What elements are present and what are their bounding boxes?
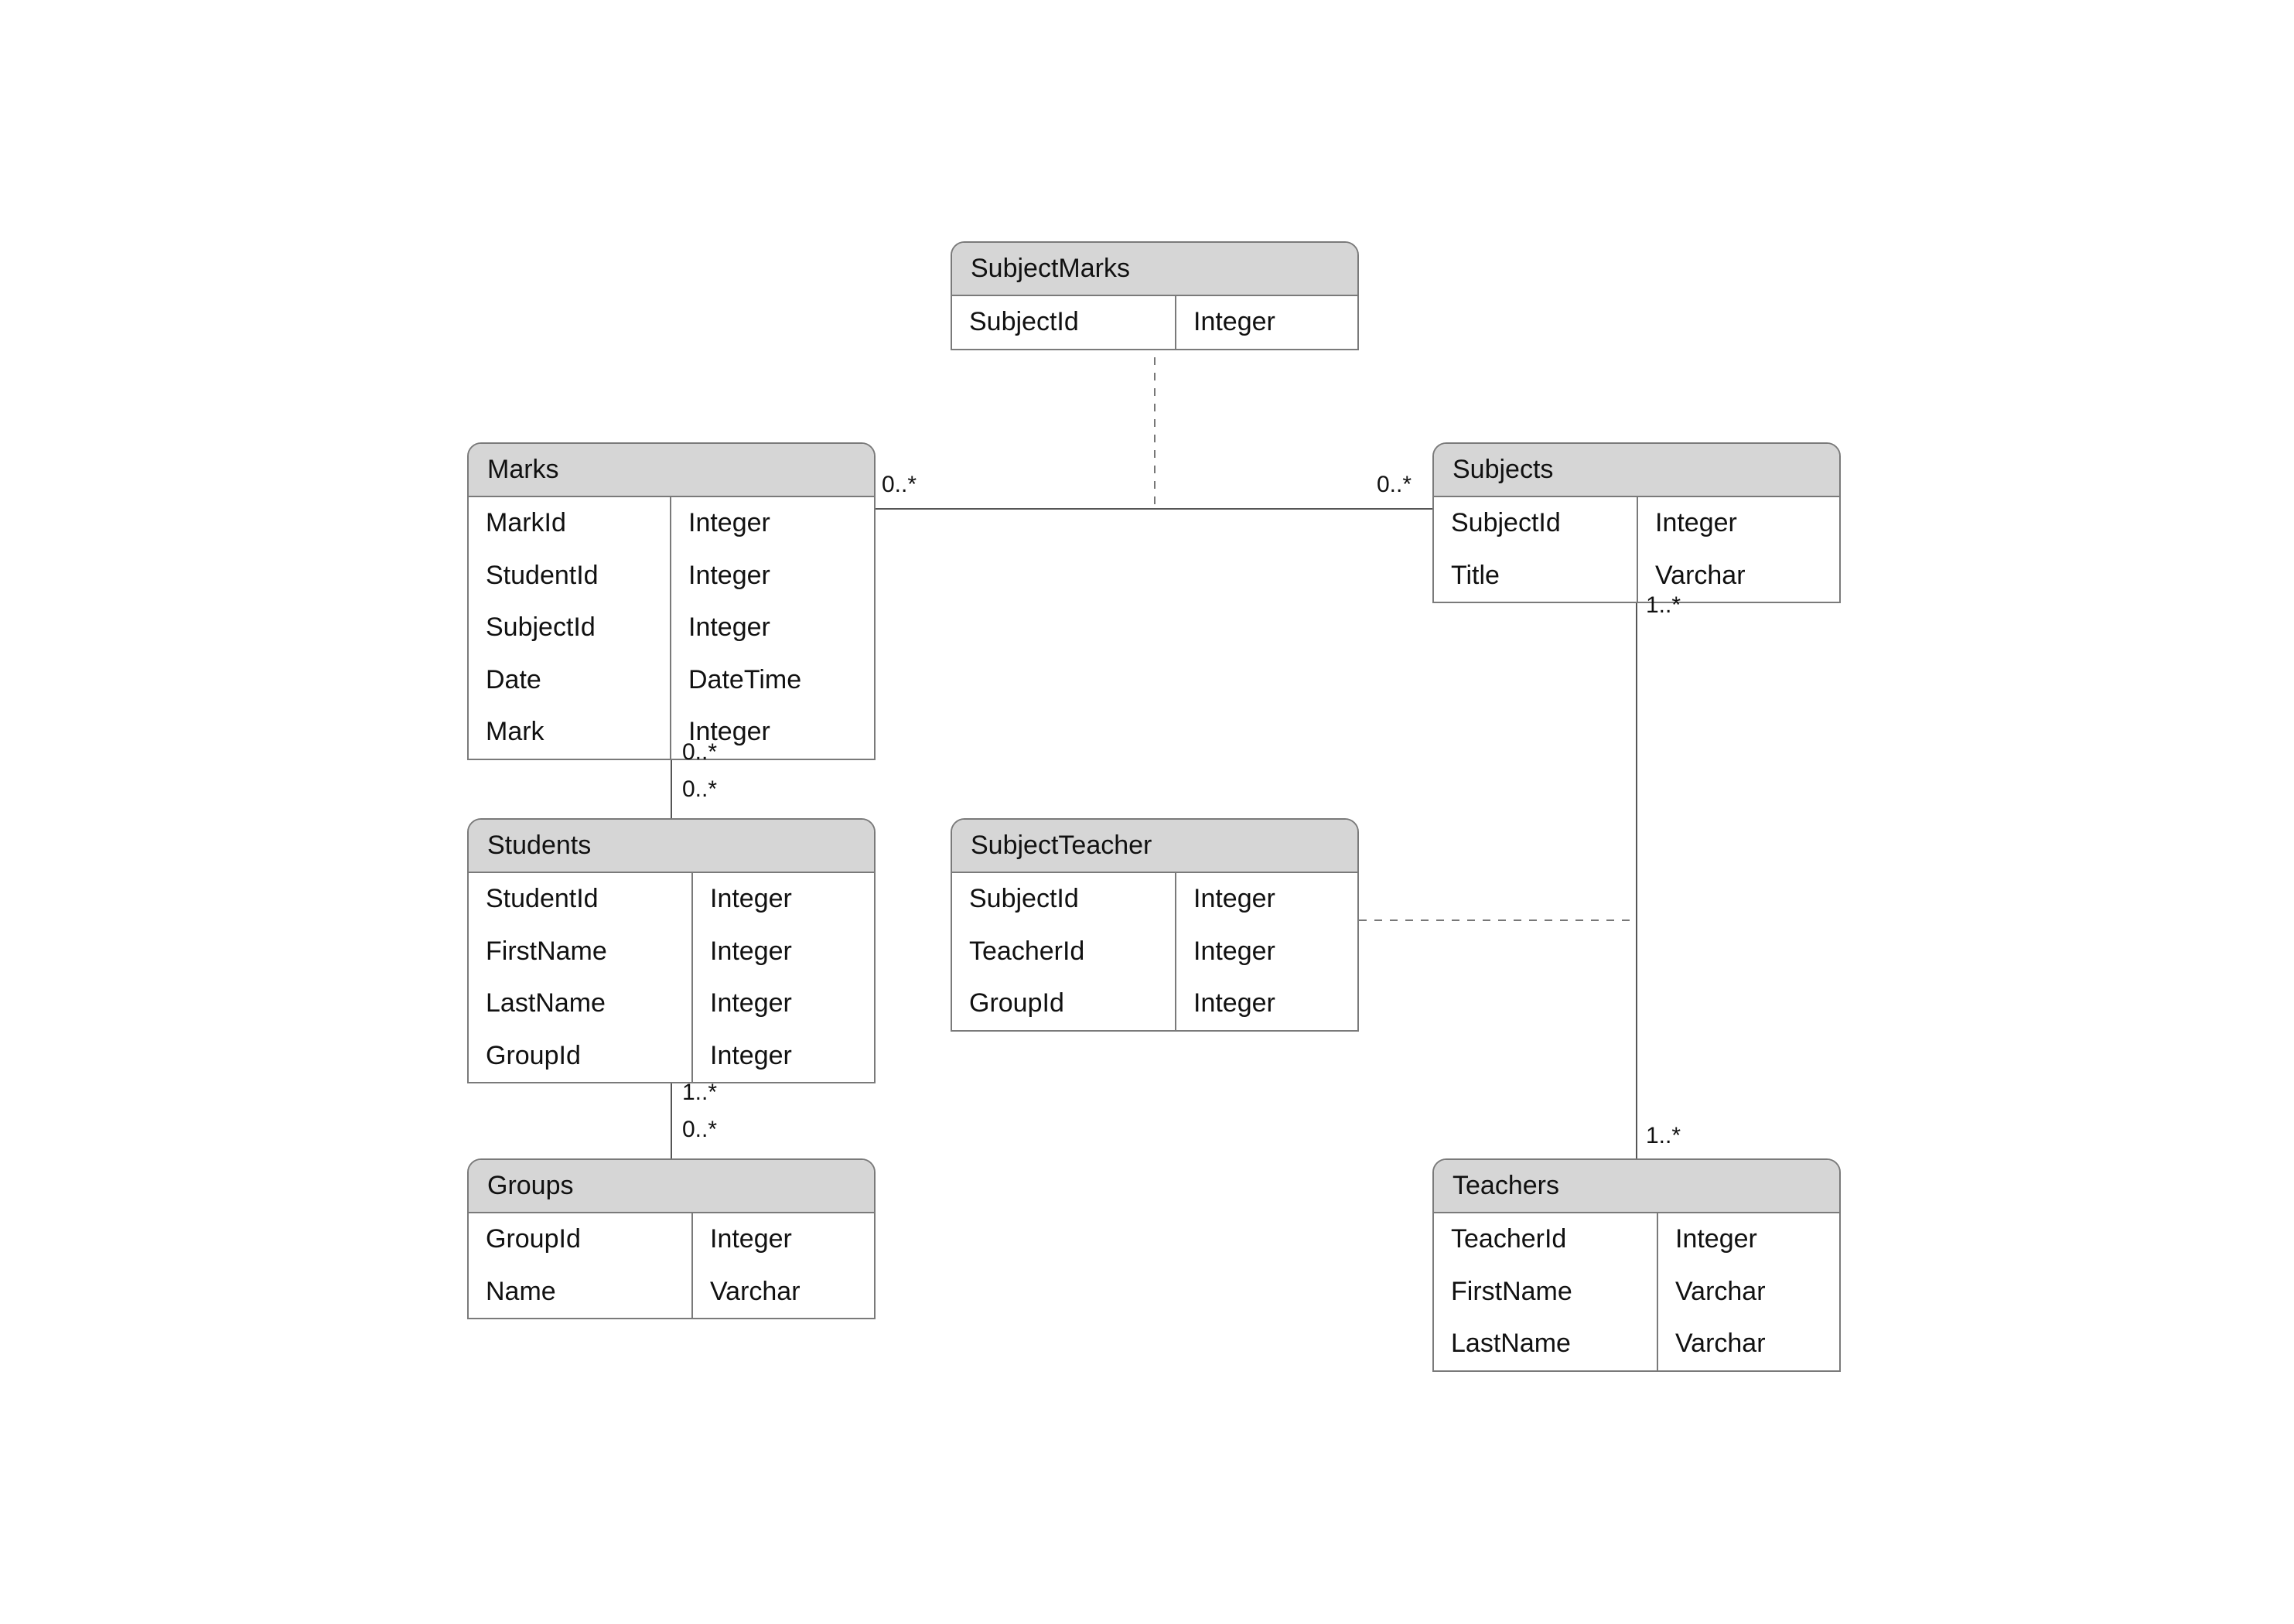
- field-name: Title: [1434, 550, 1638, 602]
- entity-subjectmarks[interactable]: SubjectMarksSubjectIdInteger: [951, 241, 1359, 350]
- mult-groups-top: 0..*: [682, 1117, 717, 1143]
- mult-students-bottom: 1..*: [682, 1080, 717, 1106]
- mult-marks-side: 0..*: [882, 472, 917, 498]
- field-row: GroupIdInteger: [952, 977, 1357, 1030]
- field-row: FirstNameVarchar: [1434, 1266, 1839, 1319]
- field-type: Integer: [671, 550, 874, 602]
- mult-subjects-bottom: 1..*: [1646, 592, 1681, 619]
- field-type: Integer: [671, 602, 874, 654]
- field-name: TeacherId: [1434, 1213, 1658, 1266]
- field-type: Integer: [693, 1213, 874, 1266]
- entity-title: SubjectMarks: [952, 243, 1357, 296]
- field-name: SubjectId: [1434, 497, 1638, 550]
- field-row: TeacherIdInteger: [1434, 1213, 1839, 1266]
- field-row: DateDateTime: [469, 654, 874, 707]
- field-type: Integer: [671, 497, 874, 550]
- entity-fields: SubjectIdInteger: [952, 296, 1357, 349]
- field-name: StudentId: [469, 550, 671, 602]
- field-row: SubjectIdInteger: [952, 296, 1357, 349]
- entity-title: Marks: [469, 444, 874, 497]
- entity-fields: SubjectIdIntegerTeacherIdIntegerGroupIdI…: [952, 873, 1357, 1030]
- field-row: TitleVarchar: [1434, 550, 1839, 602]
- field-type: Integer: [1176, 296, 1357, 349]
- mult-students-top: 0..*: [682, 776, 717, 803]
- field-type: Integer: [1176, 926, 1357, 978]
- entity-fields: GroupIdIntegerNameVarchar: [469, 1213, 874, 1318]
- field-name: SubjectId: [469, 602, 671, 654]
- field-type: Varchar: [693, 1266, 874, 1319]
- field-type: Varchar: [1658, 1318, 1839, 1370]
- field-type: Integer: [693, 1030, 874, 1083]
- entity-marks[interactable]: MarksMarkIdIntegerStudentIdIntegerSubjec…: [467, 442, 876, 760]
- entity-students[interactable]: StudentsStudentIdIntegerFirstNameInteger…: [467, 818, 876, 1083]
- entity-fields: SubjectIdIntegerTitleVarchar: [1434, 497, 1839, 602]
- field-name: LastName: [1434, 1318, 1658, 1370]
- field-row: GroupIdInteger: [469, 1030, 874, 1083]
- field-row: SubjectIdInteger: [1434, 497, 1839, 550]
- field-type: DateTime: [671, 654, 874, 707]
- field-row: GroupIdInteger: [469, 1213, 874, 1266]
- field-row: LastNameVarchar: [1434, 1318, 1839, 1370]
- field-row: TeacherIdInteger: [952, 926, 1357, 978]
- entity-subjects[interactable]: SubjectsSubjectIdIntegerTitleVarchar: [1432, 442, 1841, 603]
- entity-fields: MarkIdIntegerStudentIdIntegerSubjectIdIn…: [469, 497, 874, 759]
- field-type: Integer: [1176, 977, 1357, 1030]
- field-type: Integer: [1658, 1213, 1839, 1266]
- mult-subjects-side: 0..*: [1377, 472, 1412, 498]
- field-row: SubjectIdInteger: [469, 602, 874, 654]
- field-type: Varchar: [1658, 1266, 1839, 1319]
- field-name: MarkId: [469, 497, 671, 550]
- entity-subjectteacher[interactable]: SubjectTeacherSubjectIdIntegerTeacherIdI…: [951, 818, 1359, 1032]
- field-type: Integer: [1638, 497, 1839, 550]
- diagram-stage: SubjectMarksSubjectIdInteger MarksMarkId…: [0, 0, 2294, 1624]
- field-row: StudentIdInteger: [469, 550, 874, 602]
- field-name: TeacherId: [952, 926, 1176, 978]
- entity-title: SubjectTeacher: [952, 820, 1357, 873]
- field-name: Mark: [469, 706, 671, 759]
- field-name: FirstName: [1434, 1266, 1658, 1319]
- field-name: StudentId: [469, 873, 693, 926]
- field-type: Integer: [693, 977, 874, 1030]
- field-name: LastName: [469, 977, 693, 1030]
- field-row: NameVarchar: [469, 1266, 874, 1319]
- entity-fields: TeacherIdIntegerFirstNameVarcharLastName…: [1434, 1213, 1839, 1370]
- field-type: Integer: [693, 873, 874, 926]
- mult-marks-bottom: 0..*: [682, 739, 717, 766]
- entity-title: Teachers: [1434, 1160, 1839, 1213]
- field-name: FirstName: [469, 926, 693, 978]
- field-name: Name: [469, 1266, 693, 1319]
- field-name: GroupId: [469, 1030, 693, 1083]
- field-row: LastNameInteger: [469, 977, 874, 1030]
- entity-title: Subjects: [1434, 444, 1839, 497]
- field-name: Date: [469, 654, 671, 707]
- field-row: SubjectIdInteger: [952, 873, 1357, 926]
- entity-title: Groups: [469, 1160, 874, 1213]
- entity-title: Students: [469, 820, 874, 873]
- field-name: GroupId: [469, 1213, 693, 1266]
- field-row: MarkInteger: [469, 706, 874, 759]
- field-type: Integer: [1176, 873, 1357, 926]
- entity-fields: StudentIdIntegerFirstNameIntegerLastName…: [469, 873, 874, 1082]
- field-row: MarkIdInteger: [469, 497, 874, 550]
- field-name: SubjectId: [952, 296, 1176, 349]
- mult-teachers-top: 1..*: [1646, 1123, 1681, 1149]
- entity-groups[interactable]: GroupsGroupIdIntegerNameVarchar: [467, 1158, 876, 1319]
- field-type: Integer: [693, 926, 874, 978]
- field-row: FirstNameInteger: [469, 926, 874, 978]
- field-name: SubjectId: [952, 873, 1176, 926]
- field-name: GroupId: [952, 977, 1176, 1030]
- field-row: StudentIdInteger: [469, 873, 874, 926]
- entity-teachers[interactable]: TeachersTeacherIdIntegerFirstNameVarchar…: [1432, 1158, 1841, 1372]
